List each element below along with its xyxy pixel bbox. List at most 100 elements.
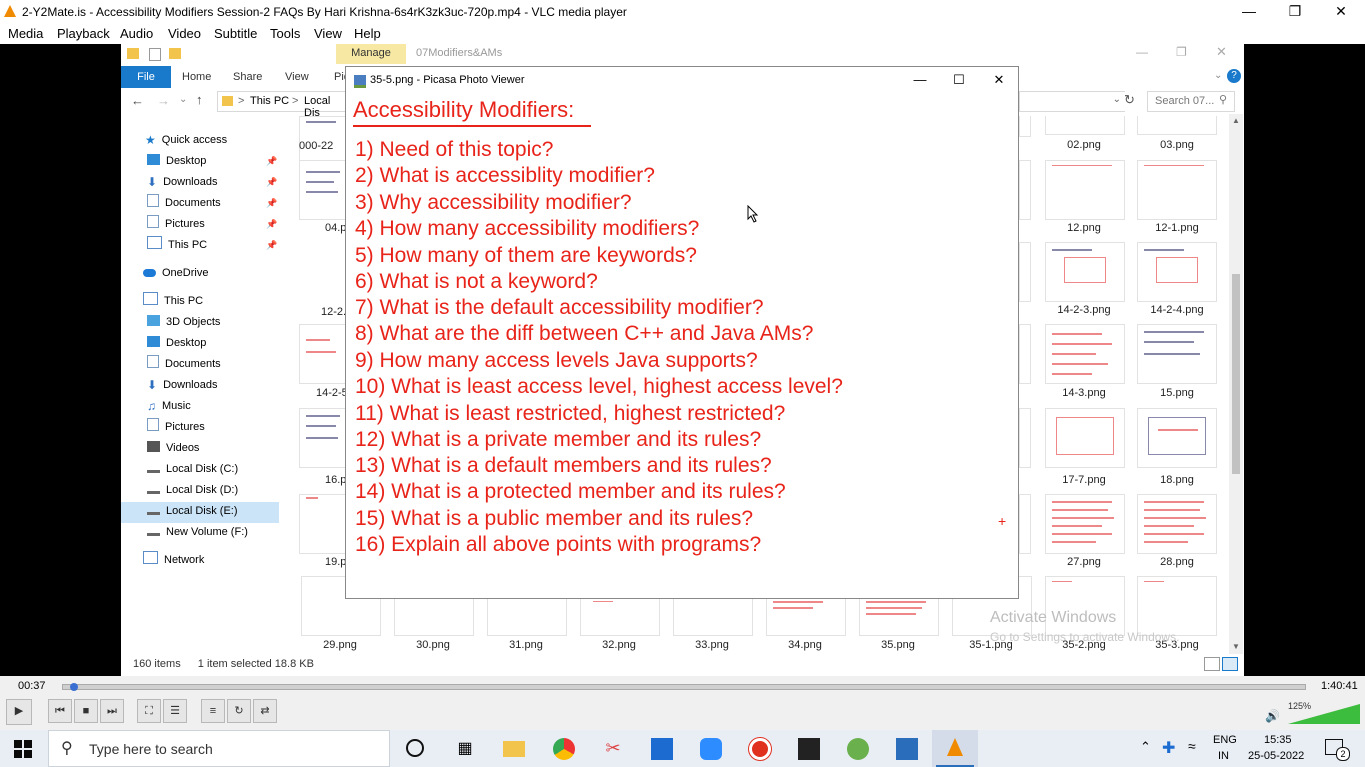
file-thumbnail[interactable] — [1045, 324, 1125, 384]
windows-start-icon[interactable] — [14, 740, 32, 758]
zoom-icon[interactable] — [700, 738, 722, 760]
language-region[interactable]: IN — [1218, 750, 1229, 762]
file-thumbnail[interactable] — [1019, 160, 1031, 220]
file-thumbnail[interactable] — [1019, 324, 1031, 384]
scrollbar-thumb[interactable] — [1232, 274, 1240, 474]
language-indicator[interactable]: ENG — [1213, 734, 1237, 746]
file-thumbnail[interactable] — [1137, 242, 1217, 302]
recent-locations-icon[interactable]: ⌄ — [179, 94, 187, 105]
breadcrumb-this-pc[interactable]: This PC — [250, 95, 289, 107]
sticky-notes-icon[interactable] — [798, 738, 820, 760]
menu-tools[interactable]: Tools — [270, 26, 300, 41]
breadcrumb[interactable]: > This PC > Local Dis — [217, 91, 347, 119]
large-icons-view-icon[interactable] — [1222, 657, 1238, 671]
file-explorer-taskbar-icon[interactable] — [503, 741, 525, 757]
nav-downloads[interactable]: ⬇ Downloads — [147, 172, 217, 192]
shuffle-button[interactable]: ⇄ — [253, 699, 277, 723]
task-view-icon[interactable]: ▦ — [454, 738, 476, 760]
file-thumbnail[interactable] — [1045, 116, 1125, 135]
cortana-icon[interactable] — [406, 739, 424, 757]
seek-knob[interactable] — [70, 683, 79, 691]
seek-bar[interactable] — [62, 683, 1306, 691]
address-dropdown[interactable]: ⌄ — [1019, 91, 1125, 112]
clock-time[interactable]: 15:35 — [1264, 734, 1292, 746]
file-thumbnail[interactable] — [1137, 324, 1217, 384]
file-thumbnail[interactable] — [1019, 242, 1031, 302]
menu-playback[interactable]: Playback — [57, 26, 110, 41]
menu-help[interactable]: Help — [354, 26, 381, 41]
nav-local-disk-d[interactable]: Local Disk (D:) — [147, 480, 238, 500]
ribbon-expand-icon[interactable]: ⌄ — [1214, 70, 1222, 81]
file-thumbnail[interactable] — [1045, 160, 1125, 220]
menu-view[interactable]: View — [314, 26, 342, 41]
eclipse-icon[interactable] — [847, 738, 869, 760]
play-button[interactable]: ▶ — [6, 699, 32, 725]
nav-documents[interactable]: Documents — [147, 193, 221, 213]
restore-button[interactable]: ❐ — [1272, 0, 1318, 24]
nav-downloads-pc[interactable]: ⬇ Downloads — [147, 375, 217, 395]
nav-this-pc[interactable]: This PC — [143, 291, 203, 311]
nav-network[interactable]: Network — [143, 550, 204, 570]
search-box[interactable]: Search 07... ⚲ — [1147, 91, 1235, 112]
speaker-icon[interactable]: 🔊 — [1265, 709, 1280, 723]
playlist-button[interactable]: ≡ — [201, 699, 225, 723]
nav-3d-objects[interactable]: 3D Objects — [147, 312, 220, 332]
up-icon[interactable]: ↑ — [196, 92, 203, 107]
file-thumbnail[interactable] — [1137, 576, 1217, 636]
manage-tab[interactable]: Manage — [336, 44, 406, 64]
menu-audio[interactable]: Audio — [120, 26, 153, 41]
file-thumbnail[interactable] — [1045, 494, 1125, 554]
file-thumbnail[interactable] — [1045, 242, 1125, 302]
file-thumbnail[interactable] — [1019, 116, 1031, 137]
tray-app-icon[interactable]: ✚ — [1162, 738, 1175, 758]
nav-quick-access[interactable]: ★ Quick access — [145, 130, 227, 150]
nav-local-disk-c[interactable]: Local Disk (C:) — [147, 459, 238, 479]
file-thumbnail[interactable] — [299, 160, 349, 220]
tab-home[interactable]: Home — [182, 71, 211, 83]
details-view-icon[interactable] — [1204, 657, 1220, 671]
picasa-minimize-button[interactable]: — — [902, 69, 938, 91]
nav-onedrive[interactable]: OneDrive — [143, 263, 208, 283]
forward-icon[interactable]: → — [157, 93, 170, 108]
notification-center-icon[interactable]: 2 — [1325, 739, 1350, 761]
taskbar-search-box[interactable]: ⚲ Type here to search — [48, 730, 390, 767]
previous-button[interactable]: ⏮ — [48, 699, 72, 723]
picasa-close-button[interactable]: ✕ — [981, 69, 1017, 91]
scroll-up-icon[interactable]: ▲ — [1232, 116, 1240, 125]
stop-button[interactable]: ■ — [74, 699, 98, 723]
nav-pictures[interactable]: Pictures — [147, 214, 205, 234]
show-hidden-icons[interactable]: ⌃ — [1140, 739, 1151, 755]
vlc-taskbar-button[interactable] — [932, 730, 978, 767]
photos-icon[interactable] — [896, 738, 918, 760]
explorer-minimize-button[interactable]: — — [1136, 45, 1148, 59]
fullscreen-button[interactable]: ⛶ — [137, 699, 161, 723]
close-button[interactable]: ✕ — [1318, 0, 1364, 24]
menu-media[interactable]: Media — [8, 26, 43, 41]
refresh-icon[interactable]: ↻ — [1124, 92, 1135, 108]
help-icon[interactable]: ? — [1227, 69, 1241, 83]
nav-music[interactable]: ♫ Music — [147, 396, 191, 416]
recorder-icon[interactable] — [749, 738, 771, 760]
menu-video[interactable]: Video — [168, 26, 201, 41]
file-thumbnail[interactable] — [299, 494, 349, 554]
file-thumbnail[interactable] — [299, 324, 349, 384]
nav-desktop-pc[interactable]: Desktop — [147, 333, 206, 353]
tab-share[interactable]: Share — [233, 71, 262, 83]
store-icon[interactable] — [651, 738, 673, 760]
file-thumbnail[interactable] — [1137, 160, 1217, 220]
chrome-icon[interactable] — [553, 738, 575, 760]
explorer-restore-button[interactable]: ❐ — [1176, 45, 1187, 59]
file-thumbnail[interactable] — [1137, 408, 1217, 468]
file-thumbnail[interactable] — [1137, 116, 1217, 135]
nav-new-volume-f[interactable]: New Volume (F:) — [147, 522, 248, 542]
nav-documents-pc[interactable]: Documents — [147, 354, 221, 374]
explorer-scrollbar[interactable]: ▲ ▼ — [1229, 114, 1243, 654]
extended-settings-button[interactable]: ☰ — [163, 699, 187, 723]
volume-slider[interactable]: 125% — [1288, 701, 1360, 724]
scroll-down-icon[interactable]: ▼ — [1232, 642, 1240, 651]
file-thumbnail[interactable] — [1019, 494, 1031, 554]
file-thumbnail[interactable] — [1045, 576, 1125, 636]
nav-local-disk-e[interactable]: Local Disk (E:) — [147, 501, 238, 521]
menu-subtitle[interactable]: Subtitle — [214, 26, 257, 41]
file-thumbnail[interactable] — [1019, 408, 1031, 468]
